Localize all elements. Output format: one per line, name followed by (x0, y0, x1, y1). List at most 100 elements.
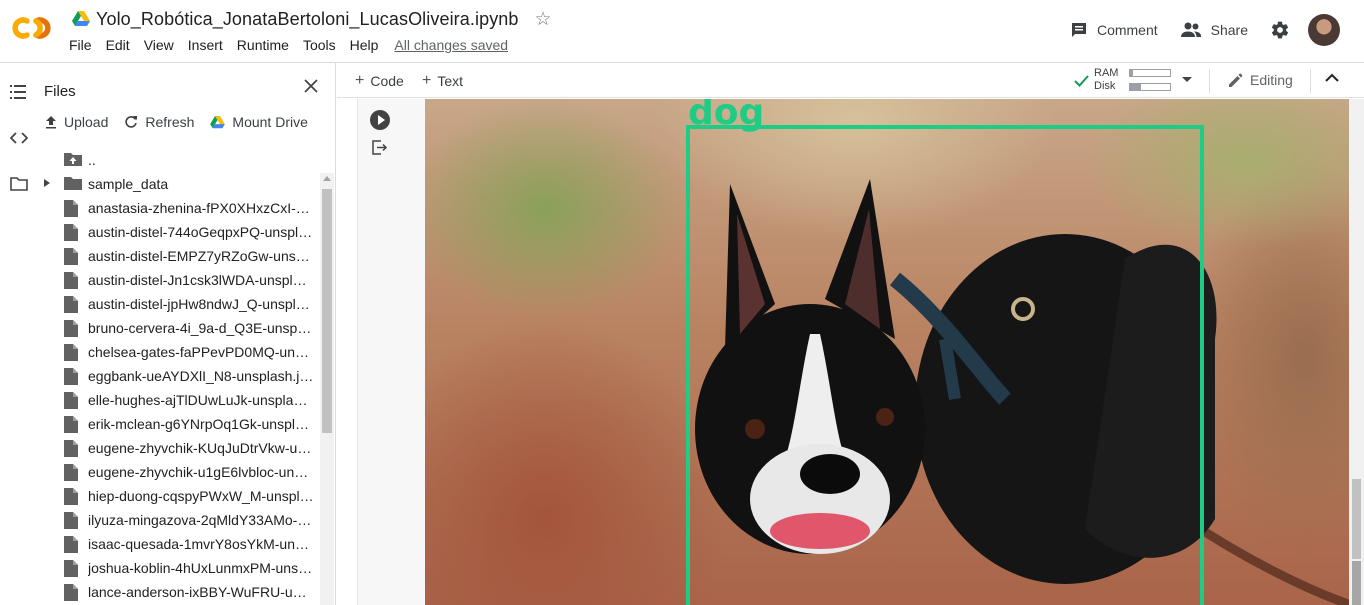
file-row[interactable]: elle-hughes-ajTlDUwLuJk-unsplash.jpg (37, 388, 318, 412)
detection-label: dog (688, 99, 765, 133)
menu-insert[interactable]: Insert (188, 37, 223, 53)
notebook-title[interactable]: Yolo_Robótica_JonataBertoloni_LucasOlive… (96, 9, 519, 30)
file-row[interactable]: austin-distel-EMPZ7yRZoGw-unsplash.jpg (37, 244, 318, 268)
file-row[interactable]: ilyuza-mingazova-2qMldY33AMo-unsplash.jp… (37, 508, 318, 532)
save-status-link[interactable]: All changes saved (394, 37, 508, 53)
file-icon (64, 488, 78, 505)
chevron-right-icon[interactable] (43, 178, 51, 188)
menu-file[interactable]: File (69, 37, 92, 53)
parent-folder-row[interactable]: .. (37, 148, 318, 172)
account-avatar[interactable] (1308, 14, 1340, 46)
share-button[interactable]: Share (1180, 22, 1248, 38)
file-icon (64, 584, 78, 601)
upload-icon (46, 116, 56, 129)
scrollbar-track-segment[interactable] (1352, 479, 1361, 559)
file-row[interactable]: austin-distel-Jn1csk3lWDA-unsplash.jpg (37, 268, 318, 292)
folder-row[interactable]: sample_data (37, 172, 318, 196)
file-icon (64, 464, 78, 481)
check-icon (1074, 75, 1089, 87)
add-code-button[interactable]: + Code (355, 72, 404, 90)
menu-bar: File Edit View Insert Runtime Tools Help… (69, 37, 508, 53)
file-icon (64, 296, 78, 313)
disk-usage-bar (1129, 83, 1171, 91)
colab-logo-icon[interactable] (12, 13, 54, 43)
folder-icon (64, 177, 82, 190)
file-name: elle-hughes-ajTlDUwLuJk-unsplash.jpg (88, 392, 314, 408)
file-tree: .. sample_data anastasia-zhenina-fPX0XHxzC… (37, 148, 318, 605)
toolbar-divider (1209, 69, 1210, 93)
disk-usage-fill (1130, 84, 1142, 90)
notebook-toolbar: + Code + Text RAM Disk Editing (337, 63, 1364, 98)
file-row[interactable]: erik-mclean-g6YNrpOq1Gk-unsplash.jpg (37, 412, 318, 436)
file-icon (64, 200, 78, 217)
editing-label: Editing (1250, 72, 1293, 88)
upload-button[interactable]: Upload (45, 114, 108, 130)
file-row[interactable]: eggbank-ueAYDXlI_N8-unsplash.jpg (37, 364, 318, 388)
file-row[interactable]: austin-distel-jpHw8ndwJ_Q-unsplash.jpg (37, 292, 318, 316)
menu-view[interactable]: View (144, 37, 174, 53)
output-menu-icon[interactable] (372, 140, 388, 155)
resources-indicator[interactable]: RAM Disk (1074, 67, 1194, 95)
file-icon (64, 272, 78, 289)
run-cell-button[interactable] (370, 110, 390, 130)
menu-help[interactable]: Help (350, 37, 379, 53)
title-row: Yolo_Robótica_JonataBertoloni_LucasOlive… (72, 6, 552, 32)
gear-icon[interactable] (1270, 20, 1290, 40)
cell-output-image: dog (425, 99, 1351, 605)
scroll-up-arrow-icon[interactable] (323, 176, 331, 181)
menu-runtime[interactable]: Runtime (237, 37, 289, 53)
file-row[interactable]: joshua-koblin-4hUxLunmxPM-unsplash.jpg (37, 556, 318, 580)
file-name: ilyuza-mingazova-2qMldY33AMo-unsplash.jp… (88, 512, 314, 528)
file-row[interactable]: eugene-zhyvchik-u1gE6lvbloc-unsplash.jpg (37, 460, 318, 484)
file-name: anastasia-zhenina-fPX0XHxzCxI-unsplash.j… (88, 200, 314, 216)
editing-mode-button[interactable]: Editing (1228, 72, 1293, 88)
chevron-down-icon[interactable] (1182, 77, 1192, 82)
chevron-up-icon[interactable] (1325, 73, 1339, 83)
comment-label: Comment (1096, 22, 1158, 38)
file-icon (64, 248, 78, 265)
file-row[interactable]: eugene-zhyvchik-KUqJuDtrVkw-unsplash.jpg (37, 436, 318, 460)
refresh-button[interactable]: Refresh (124, 114, 194, 130)
files-scrollbar[interactable] (320, 173, 334, 605)
file-icon (64, 320, 78, 337)
scrollbar-thumb[interactable] (1352, 561, 1361, 605)
ram-label: RAM (1094, 67, 1119, 79)
file-name: eugene-zhyvchik-u1gE6lvbloc-unsplash.jpg (88, 464, 314, 480)
menu-edit[interactable]: Edit (106, 37, 130, 53)
file-icon (64, 440, 78, 457)
code-snippets-icon[interactable] (10, 132, 28, 144)
folder-icon[interactable] (10, 177, 28, 191)
detection-bounding-box (686, 125, 1204, 605)
file-row[interactable]: lance-anderson-ixBBY-WuFRU-unsplash.jpg (37, 580, 318, 604)
code-cell[interactable]: dog (357, 99, 1351, 605)
file-name: sample_data (88, 176, 169, 192)
files-panel-title: Files (44, 83, 76, 100)
file-name: chelsea-gates-faPPevPD0MQ-unsplash.jpg (88, 344, 314, 360)
menu-tools[interactable]: Tools (303, 37, 336, 53)
comment-button[interactable]: Comment (1070, 21, 1158, 39)
file-row[interactable]: isaac-quesada-1mvrY8osYkM-unsplash.jpg (37, 532, 318, 556)
file-row[interactable]: anastasia-zhenina-fPX0XHxzCxI-unsplash.j… (37, 196, 318, 220)
scrollbar-thumb[interactable] (322, 189, 332, 433)
plus-icon: + (422, 72, 432, 89)
pencil-icon (1229, 73, 1243, 87)
table-of-contents-icon[interactable] (10, 85, 26, 99)
file-row[interactable]: bruno-cervera-4i_9a-d_Q3E-unsplash.jpg (37, 316, 318, 340)
star-icon[interactable]: ☆ (535, 10, 552, 29)
google-drive-icon (210, 115, 226, 128)
file-row[interactable]: chelsea-gates-faPPevPD0MQ-unsplash.jpg (37, 340, 318, 364)
close-icon[interactable] (303, 78, 319, 94)
mount-drive-button[interactable]: Mount Drive (210, 114, 308, 130)
disk-label: Disk (1094, 80, 1116, 92)
file-row[interactable]: hiep-duong-cqspyPWxW_M-unsplash.jpg (37, 484, 318, 508)
file-name: hiep-duong-cqspyPWxW_M-unsplash.jpg (88, 488, 314, 504)
add-text-label: Text (437, 73, 464, 89)
notebook-scrollbar[interactable] (1349, 99, 1364, 605)
google-drive-icon[interactable] (72, 11, 90, 27)
add-text-button[interactable]: + Text (422, 72, 463, 90)
file-row[interactable]: austin-distel-744oGeqpxPQ-unsplash.jpg (37, 220, 318, 244)
file-icon (64, 512, 78, 529)
file-name: austin-distel-Jn1csk3lWDA-unsplash.jpg (88, 272, 314, 288)
files-actions: Upload Refresh Mount Drive (45, 114, 324, 130)
plus-icon: + (355, 72, 365, 89)
